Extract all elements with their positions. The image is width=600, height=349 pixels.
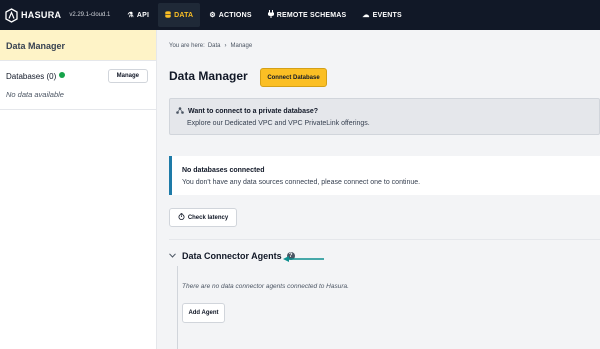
nav-item-label: ACTIONS <box>218 11 252 19</box>
gears-icon: ⚙ <box>209 12 216 19</box>
main-content: You are here: Data › Manage Data Manager… <box>158 30 600 349</box>
no-data-text: No data available <box>6 90 64 99</box>
data-connector-agents-header[interactable]: Data Connector Agents ? <box>169 251 295 261</box>
breadcrumb-prefix: You are here: <box>169 43 205 49</box>
private-db-subtitle[interactable]: Explore our Dedicated VPC and VPC Privat… <box>187 120 370 127</box>
check-latency-button[interactable]: Check latency <box>169 208 237 227</box>
private-db-title: Want to connect to a private database? <box>188 108 319 115</box>
data-connector-agents-title: Data Connector Agents <box>182 251 282 261</box>
brand-name: HASURA <box>21 10 62 20</box>
check-circle-icon <box>59 72 66 78</box>
hasura-logo-icon <box>5 7 18 23</box>
connect-database-button[interactable]: Connect Database <box>260 68 327 87</box>
add-agent-button[interactable]: Add Agent <box>182 303 225 323</box>
data-connector-agents-body: There are no data connector agents conne… <box>177 266 600 349</box>
private-db-banner: Want to connect to a private database? E… <box>169 98 600 135</box>
version-label: v2.29.1-cloud.1 <box>69 12 111 18</box>
no-databases-alert: No databases connected You don't have an… <box>169 156 600 195</box>
check-latency-label: Check latency <box>187 214 229 221</box>
plug-icon <box>267 10 274 20</box>
no-agents-text: There are no data connector agents conne… <box>182 283 349 290</box>
databases-row: Databases (0) Manage <box>0 61 156 85</box>
network-icon <box>176 107 184 116</box>
no-databases-title: No databases connected <box>182 167 265 174</box>
top-nav: HASURA v2.29.1-cloud.1 ⚗ API DATA ⚙ ACTI… <box>0 0 600 30</box>
breadcrumb-item-data[interactable]: Data <box>208 43 221 49</box>
flask-icon: ⚗ <box>127 12 134 19</box>
nav-item-events[interactable]: ☁ EVENTS <box>355 3 408 27</box>
nav-item-label: API <box>136 11 150 19</box>
nav-item-label: REMOTE SCHEMAS <box>276 11 347 19</box>
sidebar-header[interactable]: Data Manager <box>0 30 156 61</box>
nav-item-api[interactable]: ⚗ API <box>120 3 156 27</box>
brand[interactable]: HASURA v2.29.1-cloud.1 <box>0 0 120 30</box>
breadcrumb: You are here: Data › Manage <box>169 43 252 49</box>
sidebar: Data Manager Databases (0) Manage No dat… <box>0 30 157 349</box>
nav-item-actions[interactable]: ⚙ ACTIONS <box>202 3 258 27</box>
stopwatch-icon <box>178 213 185 222</box>
chevron-right-icon: › <box>224 43 227 49</box>
nav-item-label: DATA <box>174 11 194 19</box>
sidebar-divider <box>0 109 157 110</box>
database-icon <box>165 10 171 20</box>
manage-button[interactable]: Manage <box>107 69 148 83</box>
nav-item-data[interactable]: DATA <box>158 3 201 27</box>
annotation-arrow-icon <box>283 256 324 262</box>
chevron-down-icon[interactable] <box>169 252 176 260</box>
section-divider <box>169 239 600 240</box>
nav-item-label: EVENTS <box>372 11 402 19</box>
no-databases-subtitle: You don't have any data sources connecte… <box>182 179 421 186</box>
nav-item-remote-schemas[interactable]: REMOTE SCHEMAS <box>261 3 354 27</box>
page-title: Data Manager <box>169 69 248 83</box>
breadcrumb-item-manage[interactable]: Manage <box>231 43 253 49</box>
cloud-icon: ☁ <box>362 12 370 19</box>
databases-label: Databases (0) <box>6 71 57 81</box>
